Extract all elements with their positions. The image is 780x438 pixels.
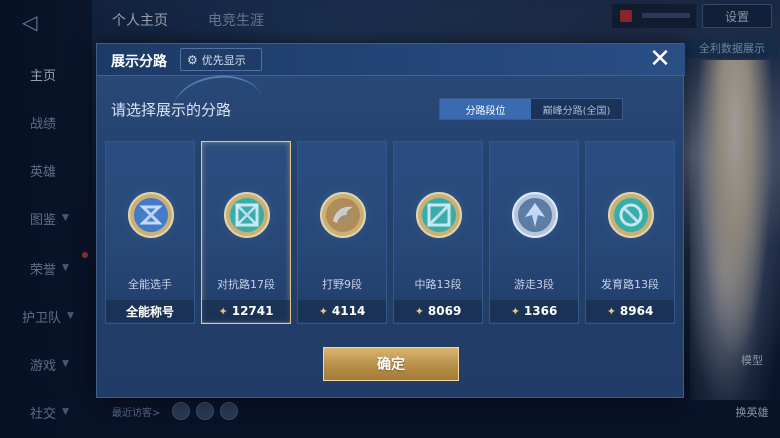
lane-value-row: 全能称号 [106,300,194,322]
lane-value-row: ✦ 4114 [298,300,386,322]
emblem-container [121,185,181,245]
lane-card-all-round[interactable]: 全能选手 全能称号 [105,141,195,324]
rank-points-icon: ✦ [606,304,616,318]
priority-display-button[interactable]: ⚙ 优先显示 [180,48,262,71]
emblem-glow [217,185,277,245]
lane-name: 中路13段 [414,278,462,291]
lane-name: 发育路13段 [601,278,659,291]
confirm-button[interactable]: 确定 [323,347,459,381]
rank-points-icon: ✦ [510,304,520,318]
lane-mode-toggle: 分路段位 巅峰分路(全国) [439,98,623,120]
close-button[interactable]: ✕ [646,45,674,73]
emblem-glow [505,185,565,245]
rank-points-icon: ✦ [318,304,328,318]
lane-card-mid[interactable]: 中路13段 ✦ 8069 [393,141,483,324]
lane-value-row: ✦ 8964 [586,300,674,322]
lane-card-clash[interactable]: 对抗路17段 ✦ 12741 [201,141,291,324]
dialog-subtitle: 请选择展示的分路 [111,101,232,119]
lane-name: 对抗路17段 [217,278,275,291]
lane-value-row: ✦ 12741 [202,300,290,322]
lane-card-list: 全能选手 全能称号 对抗路17段 ✦ 12741 打野9段 ✦ 4114 中路1… [105,141,677,326]
priority-display-label: 优先显示 [201,53,246,67]
emblem-glow [121,185,181,245]
rank-points-icon: ✦ [218,304,228,318]
lane-name: 打野9段 [322,278,362,291]
gear-icon: ⚙ [187,52,198,67]
lane-value-row: ✦ 8069 [394,300,482,322]
lane-value-row: ✦ 1366 [490,300,578,322]
dialog-title: 展示分路 [111,54,167,70]
emblem-container [601,185,661,245]
lane-value: 8964 [619,304,654,318]
lane-value: 4114 [331,304,366,318]
tab-peak-lane[interactable]: 巅峰分路(全国) [531,99,622,119]
lane-value: 8069 [427,304,462,318]
lane-value: 12741 [231,304,274,318]
emblem-glow [601,185,661,245]
emblem-glow [409,185,469,245]
tab-lane-rank[interactable]: 分路段位 [440,99,531,119]
lane-value: 1366 [523,304,558,318]
lane-display-dialog: 展示分路 ⚙ 优先显示 ✕ 请选择展示的分路 分路段位 巅峰分路(全国) 全能选… [96,43,685,398]
dialog-header: 展示分路 ⚙ 优先显示 ✕ [97,44,685,76]
lane-card-farm[interactable]: 发育路13段 ✦ 8964 [585,141,675,324]
lane-name: 游走3段 [514,278,554,291]
lane-card-roam[interactable]: 游走3段 ✦ 1366 [489,141,579,324]
lane-card-jungle[interactable]: 打野9段 ✦ 4114 [297,141,387,324]
rank-points-icon: ✦ [414,304,424,318]
lane-name: 全能选手 [128,278,172,291]
emblem-container [505,185,565,245]
emblem-container [409,185,469,245]
emblem-glow [313,185,373,245]
emblem-container [217,185,277,245]
emblem-container [313,185,373,245]
lane-value: 全能称号 [125,304,174,319]
